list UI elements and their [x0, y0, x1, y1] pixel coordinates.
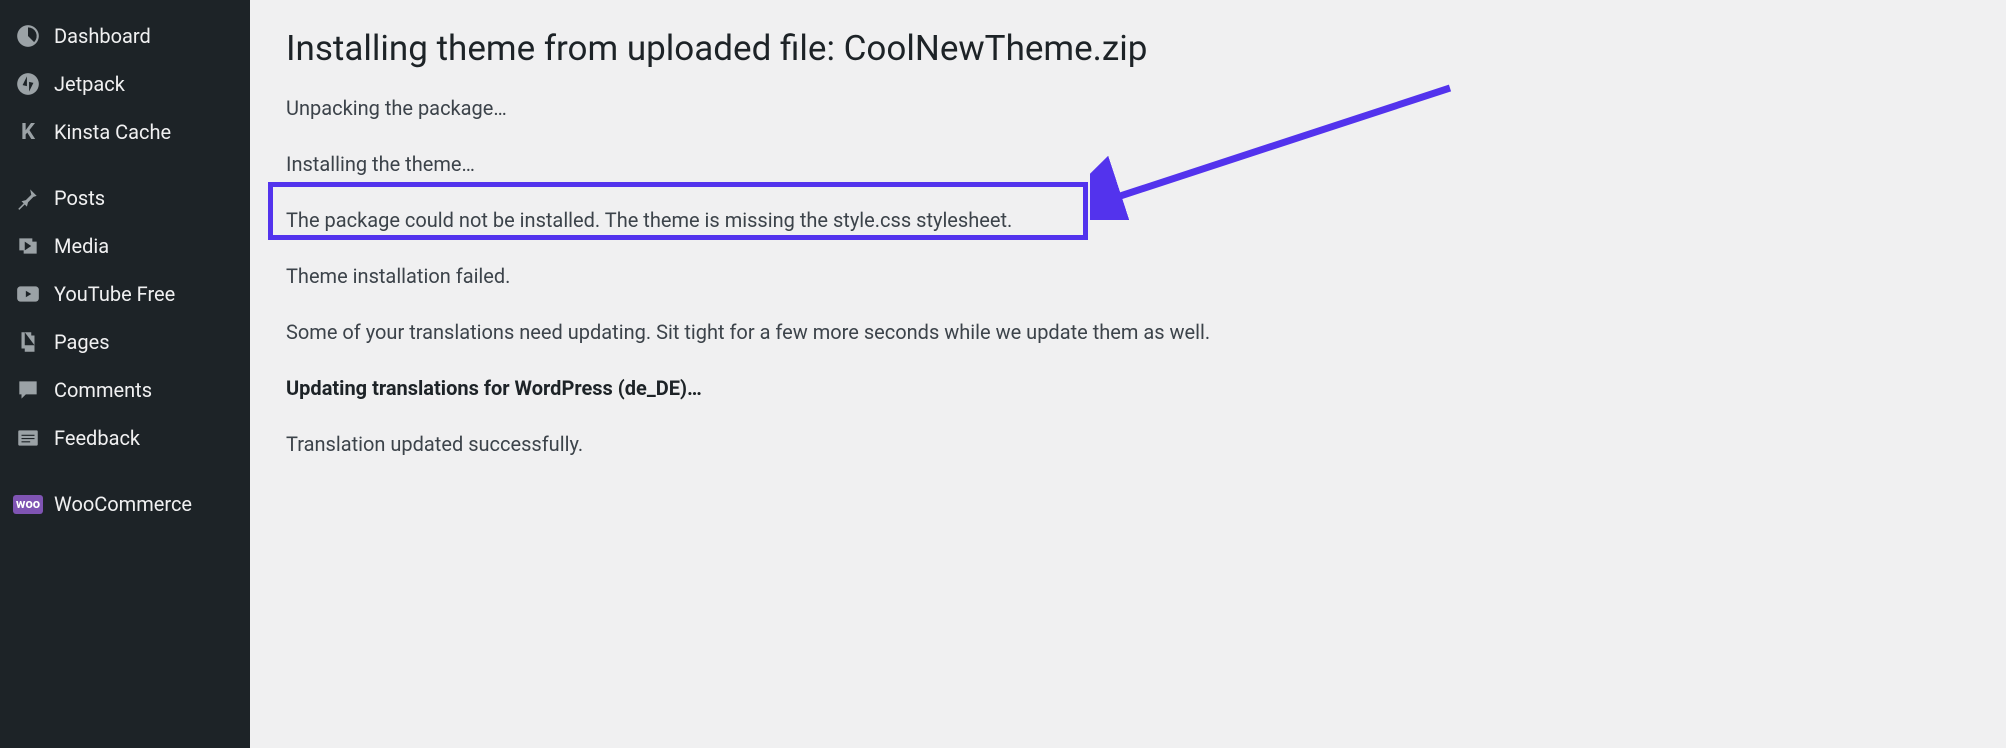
jetpack-icon: [14, 70, 42, 98]
sidebar-item-posts[interactable]: Posts: [0, 174, 250, 222]
woo-icon: woo: [14, 490, 42, 518]
sidebar-item-label: Feedback: [54, 426, 140, 450]
pages-icon: [14, 328, 42, 356]
install-log-line: Installing the theme…: [286, 149, 1970, 179]
sidebar-item-woocommerce[interactable]: woo WooCommerce: [0, 480, 250, 528]
sidebar-item-label: WooCommerce: [54, 492, 192, 516]
sidebar-item-youtube-free[interactable]: YouTube Free: [0, 270, 250, 318]
admin-sidebar: Dashboard Jetpack K Kinsta Cache Posts Media Y…: [0, 0, 250, 748]
install-log-line: Theme installation failed.: [286, 261, 1970, 291]
sidebar-item-label: Jetpack: [54, 72, 125, 96]
sidebar-item-label: Comments: [54, 378, 152, 402]
youtube-icon: [14, 280, 42, 308]
media-icon: [14, 232, 42, 260]
sidebar-item-label: Media: [54, 234, 109, 258]
install-error-line: The package could not be installed. The …: [286, 205, 1970, 235]
sidebar-item-comments[interactable]: Comments: [0, 366, 250, 414]
sidebar-item-kinsta-cache[interactable]: K Kinsta Cache: [0, 108, 250, 156]
install-log-line: Updating translations for WordPress (de_…: [286, 373, 1970, 403]
feedback-icon: [14, 424, 42, 452]
pin-icon: [14, 184, 42, 212]
install-log-line: Unpacking the package…: [286, 93, 1970, 123]
install-log-line: Some of your translations need updating.…: [286, 317, 1970, 347]
sidebar-item-label: Dashboard: [54, 24, 151, 48]
sidebar-item-label: Pages: [54, 330, 110, 354]
sidebar-item-label: YouTube Free: [54, 282, 175, 306]
comments-icon: [14, 376, 42, 404]
sidebar-item-media[interactable]: Media: [0, 222, 250, 270]
page-title: Installing theme from uploaded file: Coo…: [286, 28, 1970, 69]
sidebar-item-dashboard[interactable]: Dashboard: [0, 12, 250, 60]
sidebar-item-pages[interactable]: Pages: [0, 318, 250, 366]
dashboard-icon: [14, 22, 42, 50]
main-content: Installing theme from uploaded file: Coo…: [250, 0, 2006, 748]
sidebar-item-feedback[interactable]: Feedback: [0, 414, 250, 462]
sidebar-item-label: Kinsta Cache: [54, 120, 171, 144]
kinsta-icon: K: [14, 118, 42, 146]
sidebar-item-jetpack[interactable]: Jetpack: [0, 60, 250, 108]
install-log-line: Translation updated successfully.: [286, 429, 1970, 459]
install-log: Unpacking the package… Installing the the…: [286, 93, 1970, 459]
sidebar-item-label: Posts: [54, 186, 105, 210]
